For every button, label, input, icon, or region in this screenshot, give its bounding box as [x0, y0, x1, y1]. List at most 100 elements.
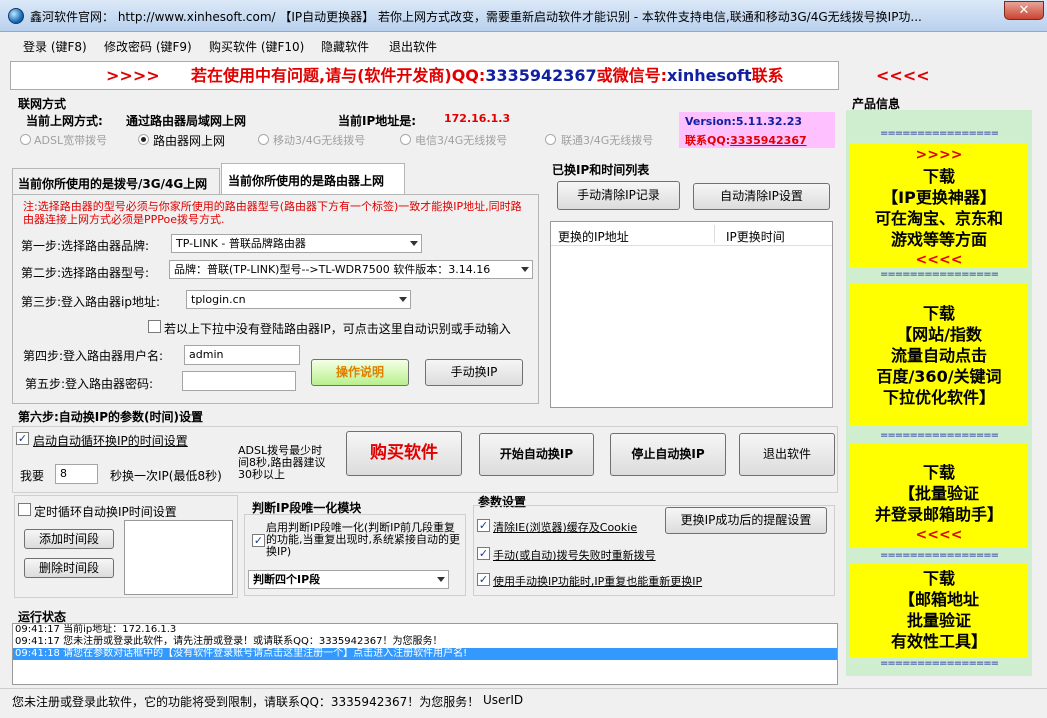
ip-segment-select[interactable]: 判断四个IP段 [248, 570, 449, 589]
help-button[interactable]: 操作说明 [311, 359, 409, 386]
radio-adsl[interactable] [20, 134, 31, 145]
start-auto-ip-button[interactable]: 开始自动换IP [479, 433, 594, 476]
tab-router-label: 当前你所使用的是路由器上网 [228, 174, 385, 188]
clear-cache-checkbox[interactable]: ✓ [477, 519, 490, 532]
separator: ================ [879, 128, 999, 139]
tab-router[interactable]: 当前你所使用的是路由器上网 [221, 163, 405, 195]
promo-line: 【批量验证 [898, 484, 979, 503]
radio-mobile[interactable] [258, 134, 269, 145]
time-slot-list[interactable] [124, 520, 233, 595]
status-bar: 您未注册或登录此软件，它的功能将受到限制，请联系QQ：3335942367！为您… [0, 688, 1047, 718]
promo-traffic-clicker[interactable]: 下载 【网站/指数 流量自动点击 百度/360/关键词 下拉优化软件】 [850, 283, 1028, 426]
ip-list-section-title: 已换IP和时间列表 [552, 163, 650, 177]
column-divider [714, 225, 715, 243]
run-status-log[interactable]: 09:41:17 当前ip地址：172.16.1.3 09:41:17 您未注册… [12, 623, 838, 685]
router-panel: 注:选择路由器的型号必须与你家所使用的路由器型号(路由器下方有一个标签)一致才能… [12, 194, 539, 404]
log-line: 09:41:17 当前ip地址：172.16.1.3 [15, 624, 177, 635]
menu-change-password[interactable]: 修改密码 (键F9) [104, 38, 192, 55]
banner-wechat: xinhesoft [667, 66, 752, 85]
manual-repeat-checkbox[interactable]: ✓ [477, 573, 490, 586]
password-input[interactable] [182, 371, 296, 391]
manual-change-ip-button[interactable]: 手动换IP [425, 359, 523, 386]
timer-checkbox[interactable] [18, 503, 31, 516]
step3-label: 第三步:登入路由器ip地址: [21, 295, 161, 309]
promo-line: 下载 [922, 569, 955, 588]
menu-exit[interactable]: 退出软件 [389, 38, 437, 55]
redial-checkbox[interactable]: ✓ [477, 547, 490, 560]
adsl-note: ADSL拨号最少时间8秒,路由器建议30秒以上 [238, 444, 326, 481]
promo-line: 流量自动点击 [890, 346, 987, 365]
buy-software-button[interactable]: 购买软件 [346, 431, 462, 476]
promo-line: 有效性工具】 [890, 632, 987, 651]
log-line: 09:41:17 您未注册或登录此软件，请先注册或登录！或请联系QQ：33359… [15, 636, 443, 647]
address-select-value: tplogin.cn [191, 293, 246, 306]
ip-segment-value: 判断四个IP段 [253, 573, 321, 586]
close-icon: ✕ [1018, 3, 1030, 18]
step1-label: 第一步:选择路由器品牌: [21, 239, 150, 253]
list-header: 更换的IP地址 IP更换时间 [551, 222, 832, 246]
radio-unicom-label: 联通3/4G无线拨号 [561, 134, 654, 147]
log-line-selected[interactable]: 09:41:18 请您在参数对话框中的【没有软件登录账号请点击这里注册一个】点击… [13, 648, 837, 660]
auto-detect-label: 若以上下拉中没有登陆路由器IP，可点击这里自动识别或手动输入 [164, 322, 511, 336]
brand-select-value: TP-LINK - 普联品牌路由器 [176, 237, 306, 250]
mode-value: 通过路由器局域网上网 [126, 114, 247, 128]
promo-email-validator[interactable]: 下载 【邮箱地址 批量验证 有效性工具】 [850, 564, 1028, 657]
ip-history-list[interactable]: 更换的IP地址 IP更换时间 [550, 221, 833, 408]
contact-qq-link[interactable]: 3335942367 [730, 134, 807, 147]
reminder-settings-button[interactable]: 更换IP成功后的提醒设置 [665, 507, 827, 534]
clear-cache-label: 清除IE(浏览器)缓存及Cookie [493, 521, 638, 534]
separator: ================ [879, 430, 999, 441]
address-select[interactable]: tplogin.cn [186, 290, 411, 309]
radio-router[interactable] [138, 134, 149, 145]
promo-line: 下载 [922, 167, 955, 186]
exit-button[interactable]: 退出软件 [739, 433, 835, 476]
window-title: 鑫河软件官网： http://www.xinhesoft.com/ 【IP自动更… [30, 10, 922, 24]
close-button[interactable]: ✕ [1004, 1, 1044, 20]
ip-label: 当前IP地址是: [338, 114, 417, 128]
col-ip-header[interactable]: 更换的IP地址 [558, 228, 629, 245]
menu-login[interactable]: 登录 (键F8) [23, 38, 87, 55]
promo-line: 并登录邮箱助手】 [874, 505, 1003, 524]
auto-detect-checkbox[interactable] [148, 320, 161, 333]
seconds-input[interactable]: 8 [55, 464, 98, 484]
unique-enable-checkbox[interactable]: ✓ [252, 534, 265, 547]
status-user: UserID [483, 693, 524, 707]
timer-label: 定时循环自动换IP时间设置 [34, 505, 177, 519]
auto-cycle-checkbox[interactable]: ✓ [16, 432, 29, 445]
banner-text-end: 联系 [751, 66, 784, 85]
model-select[interactable]: 品牌：普联(TP-LINK)型号-->TL-WDR7500 软件版本：3.14.… [169, 260, 533, 279]
promo-line: 百度/360/关键词 [876, 367, 1002, 386]
router-note: 注:选择路由器的型号必须与你家所使用的路由器型号(路由器下方有一个标签)一致才能… [23, 200, 522, 226]
separator: ================ [879, 269, 999, 280]
menu-hide[interactable]: 隐藏软件 [321, 38, 369, 55]
step5-label: 第五步:登入路由器密码: [25, 377, 154, 391]
menu-bar: 登录 (键F8) 修改密码 (键F9) 购买软件 (键F10) 隐藏软件 退出软… [0, 32, 1047, 58]
tab-dialup[interactable]: 当前你所使用的是拨号/3G/4G上网 [12, 168, 220, 194]
promo-arrows: <<<< [915, 527, 963, 543]
chevron-down-icon [399, 297, 407, 302]
stop-auto-ip-button[interactable]: 停止自动换IP [610, 433, 726, 476]
add-time-button[interactable]: 添加时间段 [24, 529, 114, 549]
promo-ip-changer[interactable]: >>>> 下载 【IP更换神器】 可在淘宝、京东和 游戏等等方面 <<<< [850, 143, 1028, 268]
promo-line: 下拉优化软件】 [882, 388, 995, 407]
per-ip-label: 秒换一次IP(最低8秒) [110, 469, 222, 483]
version-box: Version:5.11.32.23 联系QQ:3335942367 [679, 112, 835, 148]
col-time-header[interactable]: IP更换时间 [726, 228, 785, 245]
radio-router-label: 路由器网上网 [153, 134, 226, 148]
separator: ================ [879, 658, 999, 669]
brand-select[interactable]: TP-LINK - 普联品牌路由器 [171, 234, 422, 253]
promo-arrows: <<<< [915, 252, 963, 268]
username-input[interactable]: admin [184, 345, 300, 365]
contact-banner: >>>> 若在使用中有问题,请与(软件开发商)QQ:3335942367或微信号… [10, 61, 930, 90]
unique-enable-label: 启用判断IP段唯一化(判断IP前几段重复的功能,当重复出现时,系统紧接自动的更换… [266, 521, 460, 558]
menu-buy[interactable]: 购买软件 (键F10) [209, 38, 304, 55]
promo-email-login[interactable]: 下载 【批量验证 并登录邮箱助手】 <<<< [850, 444, 1028, 548]
delete-time-button[interactable]: 删除时间段 [24, 558, 114, 578]
banner-text: 若在使用中有问题,请与(软件开发商)QQ: [191, 66, 486, 85]
clear-ip-records-button[interactable]: 手动清除IP记录 [557, 181, 680, 210]
auto-cycle-label: 启动自动循环换IP的时间设置 [33, 434, 188, 448]
promo-line: 批量验证 [906, 611, 971, 630]
radio-telecom[interactable] [400, 134, 411, 145]
auto-clear-settings-button[interactable]: 自动清除IP设置 [693, 183, 830, 210]
radio-unicom[interactable] [545, 134, 556, 145]
